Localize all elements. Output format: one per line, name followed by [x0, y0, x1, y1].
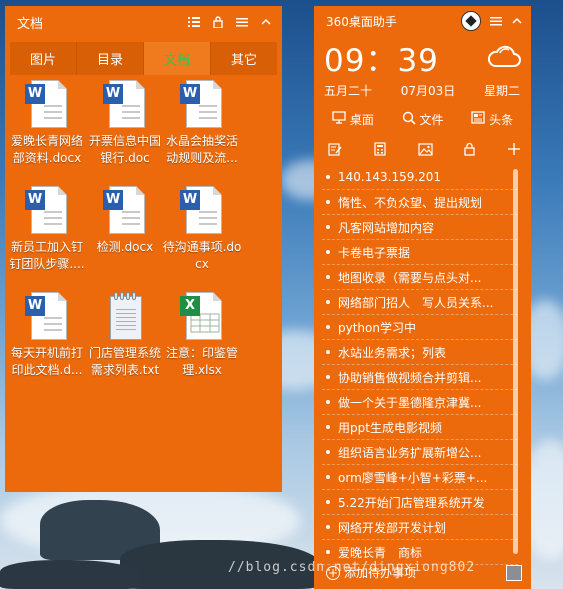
file-name: 开票信息中国银行.doc: [88, 134, 161, 165]
file-name: 检测.docx: [96, 240, 154, 254]
todo-scrollbar[interactable]: [513, 169, 518, 554]
list-item[interactable]: 惰性、不负众望、提出规划: [322, 190, 518, 215]
fence-title: 文档: [17, 16, 44, 32]
file-item[interactable]: X 注意：印鉴管理.xlsx: [162, 292, 242, 379]
todo-list: 140.143.159.201 惰性、不负众望、提出规划 凡客网站增加内容 卡卷…: [322, 165, 518, 565]
tab-images[interactable]: 图片: [10, 42, 77, 75]
widget-title: 360桌面助手: [326, 14, 397, 29]
note-edit-icon[interactable]: [328, 141, 342, 160]
tab-folders[interactable]: 目录: [77, 42, 144, 75]
widget-toolbar: [314, 135, 531, 165]
fence-header[interactable]: 文档: [5, 6, 282, 38]
list-item[interactable]: 地图收录（需要与点头对...: [322, 265, 518, 290]
collapse-icon[interactable]: [260, 16, 272, 28]
tab-news[interactable]: 头条: [457, 111, 527, 128]
image-icon[interactable]: [417, 141, 433, 160]
file-item[interactable]: W 每天开机前打印此文档.d...: [7, 292, 87, 379]
news-icon: [471, 111, 485, 127]
file-name: 门店管理系统需求列表.txt: [88, 346, 161, 377]
file-item[interactable]: W 开票信息中国银行.doc: [85, 80, 165, 167]
file-item[interactable]: 门店管理系统需求列表.txt: [85, 292, 165, 379]
list-item[interactable]: 网络部门招人 写人员关系...: [322, 290, 518, 315]
avatar[interactable]: [506, 565, 522, 581]
list-item[interactable]: 140.143.159.201: [322, 165, 518, 190]
list-item[interactable]: 5.22开始门店管理系统开发: [322, 490, 518, 515]
football-icon[interactable]: [461, 11, 481, 31]
file-name: 待沟通事项.docx: [162, 240, 242, 271]
list-item[interactable]: 凡客网站增加内容: [322, 215, 518, 240]
list-item[interactable]: 协助销售做视频合并剪辑...: [322, 365, 518, 390]
weekday: 星期二: [483, 83, 520, 98]
clock-time: 09：39: [324, 42, 439, 79]
file-name: 注意：印鉴管理.xlsx: [165, 346, 238, 377]
word-icon: W: [103, 80, 147, 130]
lunar-date: 五月二十: [324, 83, 373, 98]
search-icon: [402, 111, 416, 128]
tab-files[interactable]: 文件: [388, 111, 458, 128]
file-name: 水晶会抽奖活动规则及流...: [165, 134, 238, 165]
monitor-icon: [332, 111, 346, 127]
tab-desktop[interactable]: 桌面: [318, 111, 388, 128]
lock-icon[interactable]: [463, 141, 476, 160]
file-name: 新员工加入钉钉团队步骤....: [9, 240, 85, 271]
file-item[interactable]: W 爱晚长青网络部资料.docx: [7, 80, 87, 167]
word-icon: W: [180, 80, 224, 130]
text-file-icon: [103, 292, 147, 342]
file-item[interactable]: W 待沟通事项.docx: [162, 186, 242, 273]
list-item[interactable]: python学习中: [322, 315, 518, 340]
list-item[interactable]: 做一个关于墨德隆京津冀...: [322, 390, 518, 415]
file-fence: 文档 图片 目录 文档 其它 W 爱晚长青网络部资料.docx W 开票信息中国…: [5, 6, 282, 492]
menu-icon[interactable]: [236, 16, 248, 28]
fence-tabs: 图片 目录 文档 其它: [10, 42, 277, 75]
word-icon: W: [25, 80, 69, 130]
word-icon: W: [25, 292, 69, 342]
file-item[interactable]: W 新员工加入钉钉团队步骤....: [7, 186, 87, 273]
file-name: 爱晚长青网络部资料.docx: [10, 134, 83, 165]
list-item[interactable]: orm廖雪峰+小智+彩票+...: [322, 465, 518, 490]
add-icon[interactable]: [507, 141, 521, 160]
tab-others[interactable]: 其它: [211, 42, 277, 75]
list-item[interactable]: 水站业务需求；列表: [322, 340, 518, 365]
watermark: //blog.csdn.net/dingxiong802: [228, 560, 476, 575]
desktop-assistant-widget: 360桌面助手 09：39 五月二十 07月03日 星期二 桌面 文件 头条 1…: [314, 6, 531, 589]
widget-tabs: 桌面 文件 头条: [314, 103, 531, 135]
list-item[interactable]: 网络开发部开发计划: [322, 515, 518, 540]
list-item[interactable]: 用ppt生成电影视频: [322, 415, 518, 440]
tab-documents[interactable]: 文档: [144, 42, 211, 75]
widget-header[interactable]: 360桌面助手: [314, 6, 531, 36]
collapse-icon[interactable]: [511, 15, 523, 27]
lock-icon[interactable]: [212, 16, 224, 28]
list-view-icon[interactable]: [188, 16, 200, 28]
list-item[interactable]: 组织语言业务扩展新增公...: [322, 440, 518, 465]
cloudy-weather-icon[interactable]: [487, 42, 521, 72]
file-item[interactable]: W 检测.docx: [85, 186, 165, 256]
calendar-date: 07月03日: [400, 83, 456, 98]
excel-icon: X: [180, 292, 224, 342]
word-icon: W: [180, 186, 224, 236]
file-item[interactable]: W 水晶会抽奖活动规则及流...: [162, 80, 242, 167]
menu-icon[interactable]: [490, 15, 502, 27]
scroll-thumb[interactable]: [513, 169, 518, 554]
list-item[interactable]: 卡卷电子票据: [322, 240, 518, 265]
calculator-icon[interactable]: [373, 141, 387, 160]
file-name: 每天开机前打印此文档.d...: [10, 346, 83, 377]
word-icon: W: [25, 186, 69, 236]
word-icon: W: [103, 186, 147, 236]
